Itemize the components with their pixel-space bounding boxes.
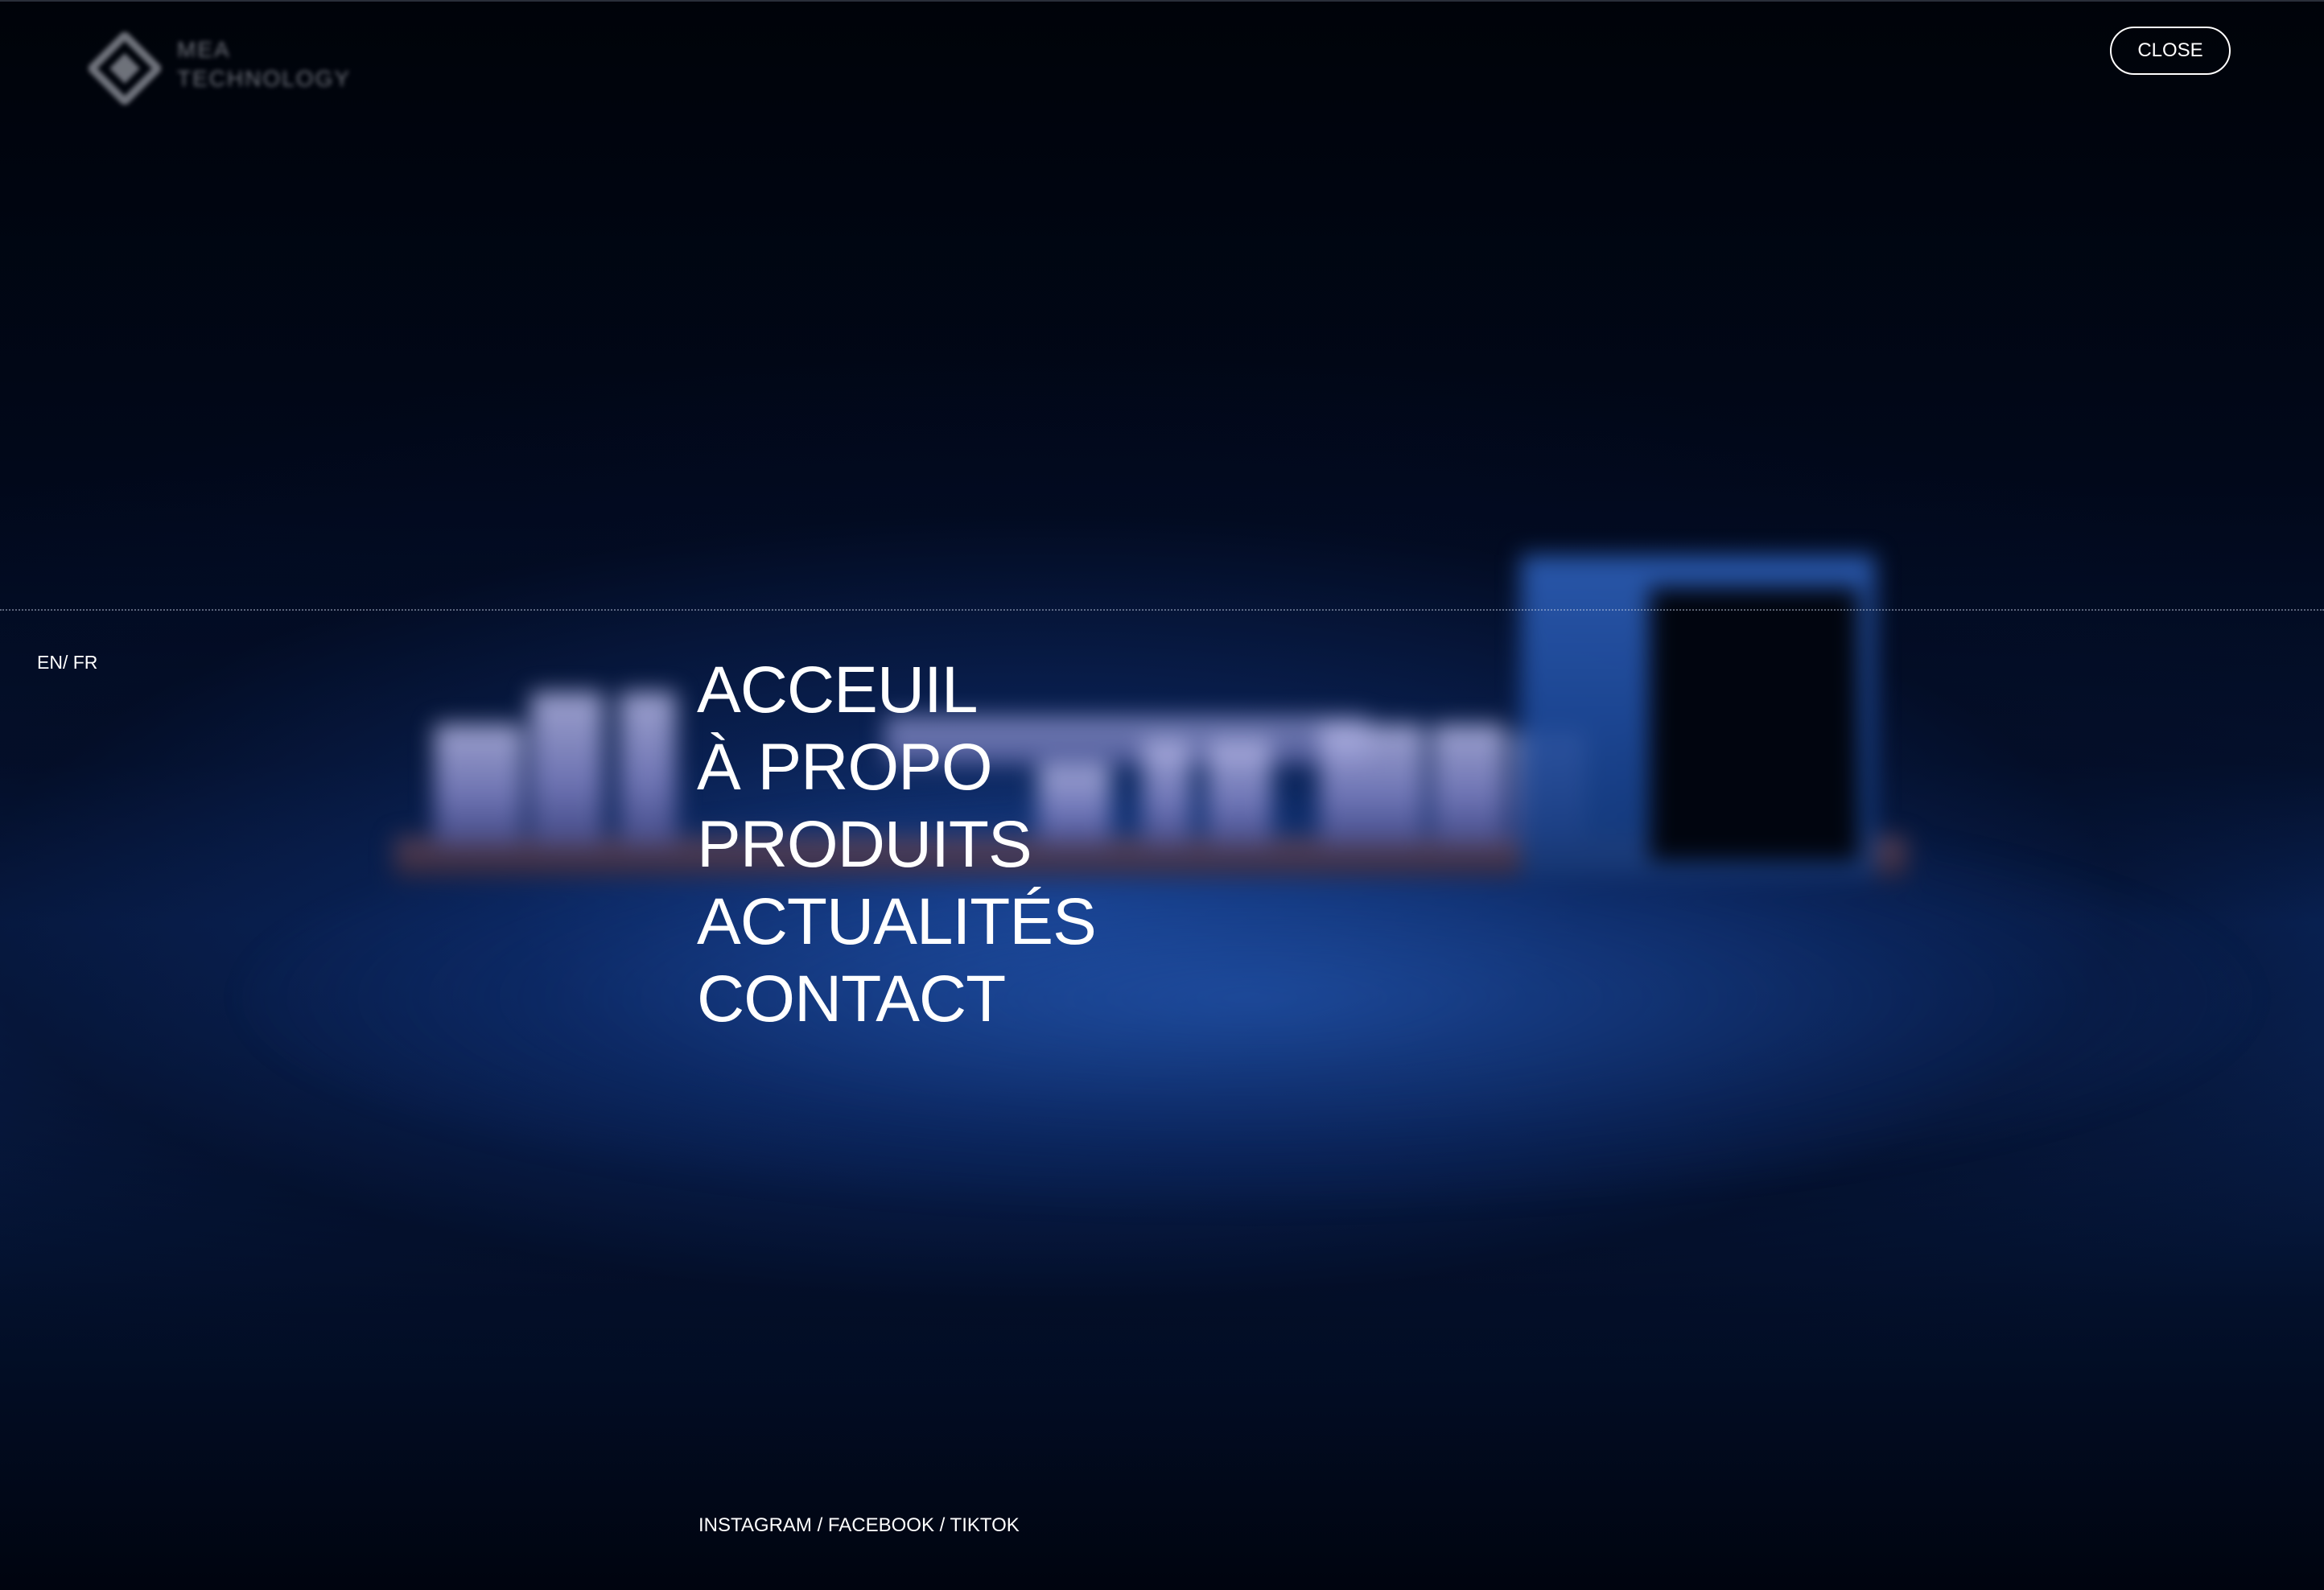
diamond-logo-icon (89, 32, 161, 105)
brand-name: MEA TECHNOLOGY (177, 35, 351, 93)
component-block (620, 692, 676, 845)
brand-logo[interactable]: MEA TECHNOLOGY (89, 24, 349, 113)
nav-item-contact[interactable]: CONTACT (697, 961, 1096, 1038)
social-separator: / (933, 1514, 950, 1536)
social-links: INSTAGRAM / FACEBOOK / TIKTOK (698, 1514, 1020, 1537)
blurred-background-scene (0, 0, 2324, 1590)
main-nav-menu: ACCEUIL À PROPO PRODUITS ACTUALITÉS CONT… (697, 652, 1097, 1038)
brand-name-line1: MEA (177, 37, 231, 62)
language-switcher: EN/ FR (37, 652, 97, 673)
component-block (1207, 740, 1271, 845)
lang-en-link[interactable]: EN (37, 652, 63, 673)
menu-overlay-page: MEA TECHNOLOGY CLOSE EN/ FR ACCEUIL À PR… (0, 0, 2324, 1590)
tiktok-link[interactable]: TIKTOK (950, 1514, 1020, 1536)
social-separator: / (811, 1514, 828, 1536)
lang-fr-link[interactable]: FR (73, 652, 98, 673)
floor-glow (241, 789, 2253, 1207)
component-block (1320, 724, 1424, 845)
dark-chip-component (1650, 587, 1859, 861)
component-block (1513, 732, 1585, 845)
component-block (435, 724, 523, 845)
facebook-link[interactable]: FACEBOOK (828, 1514, 934, 1536)
top-border (0, 0, 2324, 2)
nav-item-produits[interactable]: PRODUITS (697, 806, 1096, 884)
brand-name-line2: TECHNOLOGY (177, 66, 352, 91)
nav-item-a-propos[interactable]: À PROPO (697, 729, 1096, 806)
nav-item-accueil[interactable]: ACCEUIL (697, 652, 1096, 729)
component-block (1143, 740, 1191, 845)
blue-tower-component (1521, 555, 1875, 877)
nav-item-actualites[interactable]: ACTUALITÉS (697, 884, 1097, 961)
component-block (1432, 724, 1505, 845)
lang-separator: / (62, 652, 68, 673)
instagram-link[interactable]: INSTAGRAM (698, 1514, 812, 1536)
dotted-divider (0, 609, 2324, 611)
component-block (531, 692, 604, 845)
circuit-board-base (394, 837, 1907, 877)
close-menu-button[interactable]: CLOSE (2110, 27, 2231, 75)
